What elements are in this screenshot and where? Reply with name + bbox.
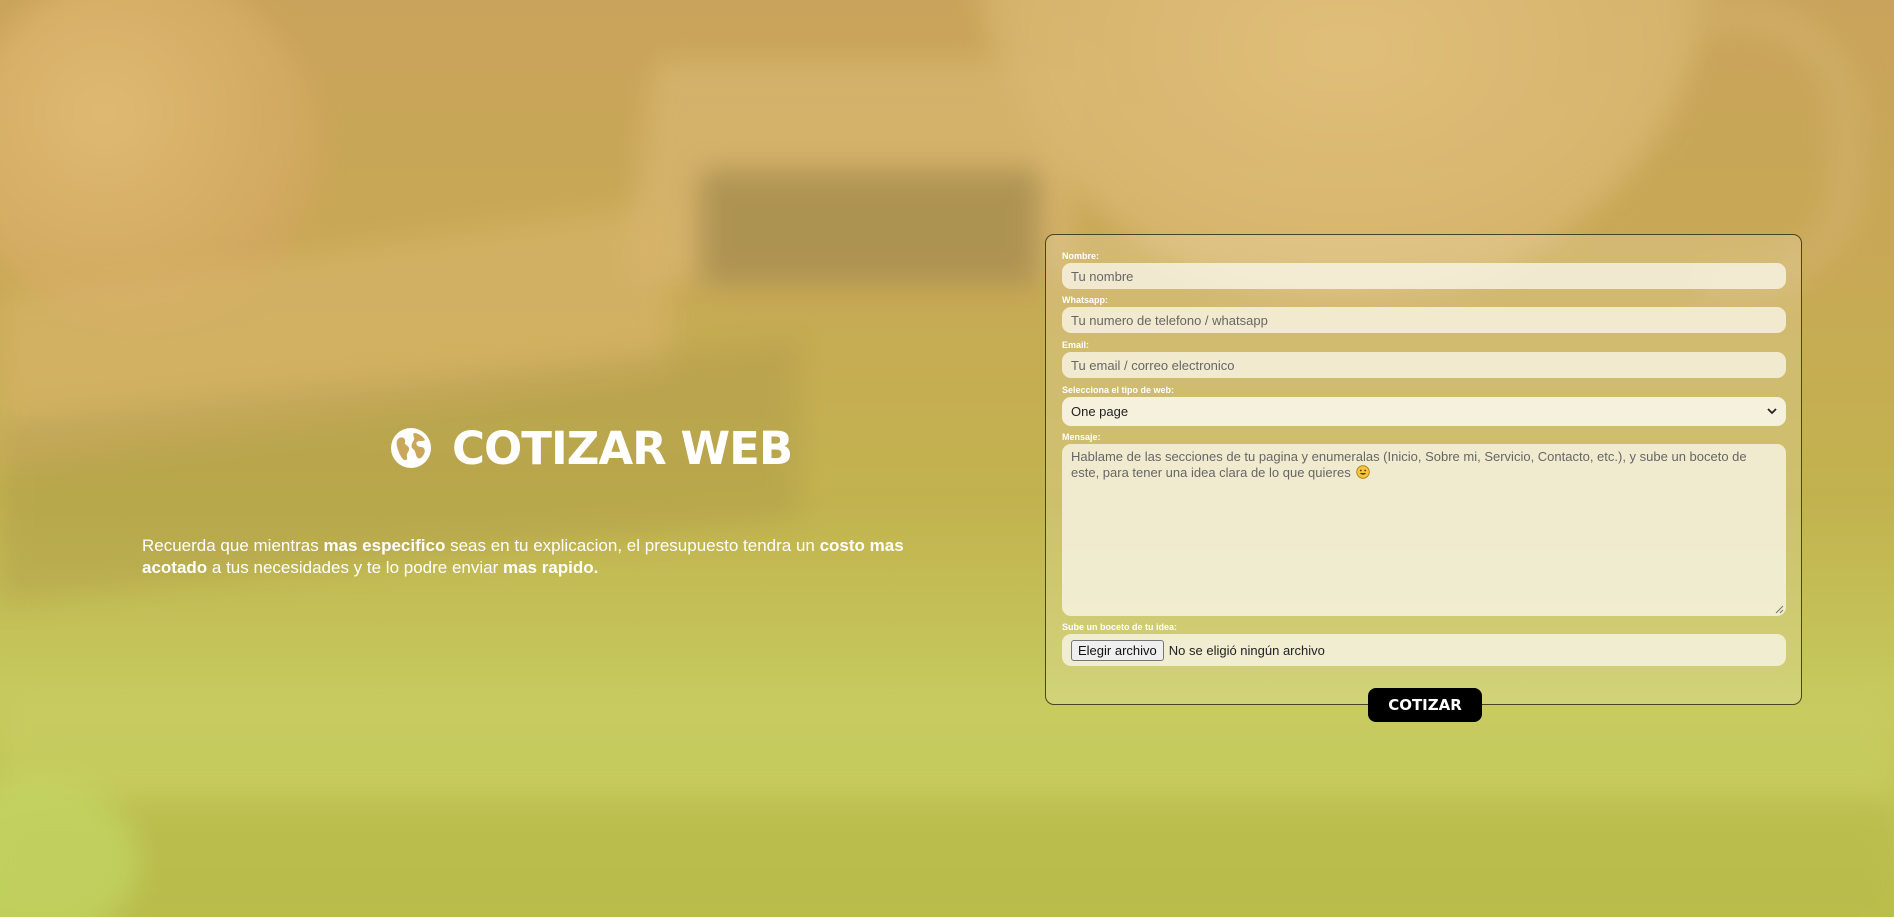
submit-quote-button[interactable]: COTIZAR [1368,688,1482,722]
hero-heading: COTIZAR WEB [390,418,793,478]
quote-form: Nombre: Tu nombre Whatsapp: Tu numero de… [1045,234,1802,705]
whatsapp-input[interactable]: Tu numero de telefono / whatsapp [1062,307,1786,333]
file-status: No se eligió ningún archivo [1168,642,1325,658]
choose-file-button[interactable]: Elegir archivo [1071,639,1164,661]
resize-handle-icon[interactable] [1774,604,1784,614]
chevron-down-icon [1767,408,1777,415]
page-title: COTIZAR WEB [452,421,793,475]
email-input[interactable]: Tu email / correo electronico [1062,352,1786,378]
bg-table-dark [0,800,1894,917]
whatsapp-label: Whatsapp: [1062,295,1108,305]
upload-label: Sube un boceto de tu idea: [1062,622,1178,632]
web-type-label: Selecciona el tipo de web: [1062,385,1175,395]
email-label: Email: [1062,340,1090,350]
bg-table-light [0,690,1894,810]
web-type-select[interactable]: One page [1062,397,1786,426]
hero-description: Recuerda que mientras mas especifico sea… [142,536,904,577]
message-label: Mensaje: [1062,432,1101,442]
file-upload[interactable]: Elegir archivo No se eligió ningún archi… [1062,634,1786,666]
name-input[interactable]: Tu nombre [1062,263,1786,289]
web-type-selected: One page [1071,404,1129,419]
message-placeholder: Hablame de las secciones de tu pagina y … [1071,449,1747,480]
name-placeholder: Tu nombre [1071,268,1134,284]
name-label: Nombre: [1062,251,1100,261]
message-textarea[interactable]: Hablame de las secciones de tu pagina y … [1062,444,1786,616]
emphasis-specific: mas especifico [323,536,446,555]
whatsapp-placeholder: Tu numero de telefono / whatsapp [1071,312,1268,328]
emphasis-fast: mas rapido. [502,558,599,577]
bg-book-spine [700,170,1040,285]
globe-icon [391,428,431,468]
email-placeholder: Tu email / correo electronico [1071,357,1235,373]
smile-emoji-icon [1356,465,1371,479]
